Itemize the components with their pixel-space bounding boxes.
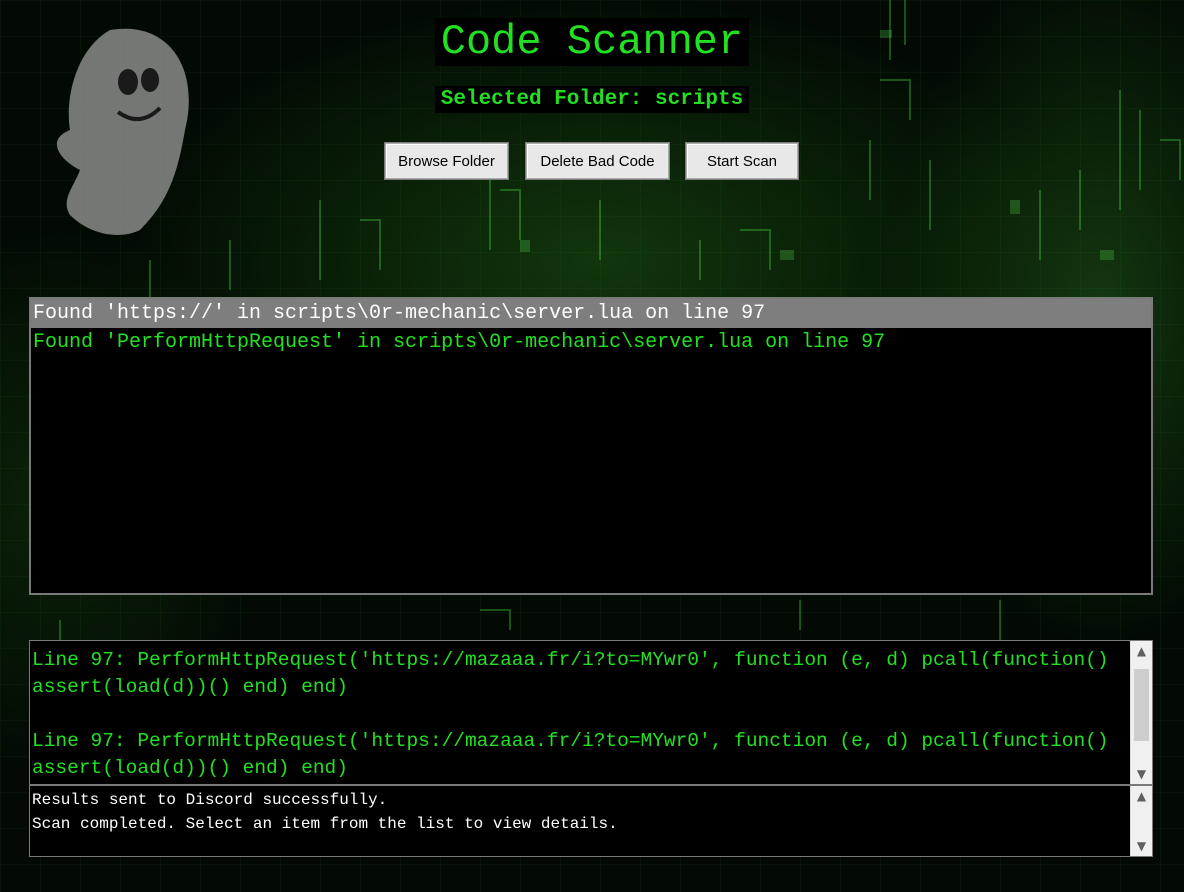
scroll-down-icon[interactable]: ▼ [1131,836,1152,856]
result-item[interactable]: Found 'PerformHttpRequest' in scripts\0r… [31,328,1151,357]
scroll-up-icon[interactable]: ▲ [1131,641,1152,661]
results-list[interactable]: Found 'https://' in scripts\0r-mechanic\… [29,297,1153,595]
selected-folder-text: Selected Folder: scripts [434,86,750,113]
status-log-text: Results sent to Discord successfully. Sc… [32,788,618,836]
page-title: Code Scanner [0,18,1184,66]
details-textbox[interactable]: Line 97: PerformHttpRequest('https://maz… [29,640,1153,785]
log-line: Results sent to Discord successfully. [32,791,388,809]
toolbar: Browse Folder Delete Bad Code Start Scan [0,143,1184,181]
selected-folder-label: Selected Folder: scripts [0,86,1184,113]
browse-folder-button[interactable]: Browse Folder [385,143,508,179]
log-line: Scan completed. Select an item from the … [32,815,618,833]
status-log[interactable]: Results sent to Discord successfully. Sc… [29,785,1153,857]
start-scan-button[interactable]: Start Scan [686,143,798,179]
details-text: Line 97: PerformHttpRequest('https://maz… [32,649,1109,779]
details-scrollbar[interactable]: ▲ ▼ [1130,641,1152,784]
details-scroll-thumb[interactable] [1134,669,1149,741]
log-scrollbar[interactable]: ▲ ▼ [1130,786,1152,856]
page-title-text: Code Scanner [434,18,750,66]
scroll-up-icon[interactable]: ▲ [1131,786,1152,806]
scroll-down-icon[interactable]: ▼ [1131,764,1152,784]
delete-bad-code-button[interactable]: Delete Bad Code [526,143,669,179]
result-item[interactable]: Found 'https://' in scripts\0r-mechanic\… [31,299,1151,328]
